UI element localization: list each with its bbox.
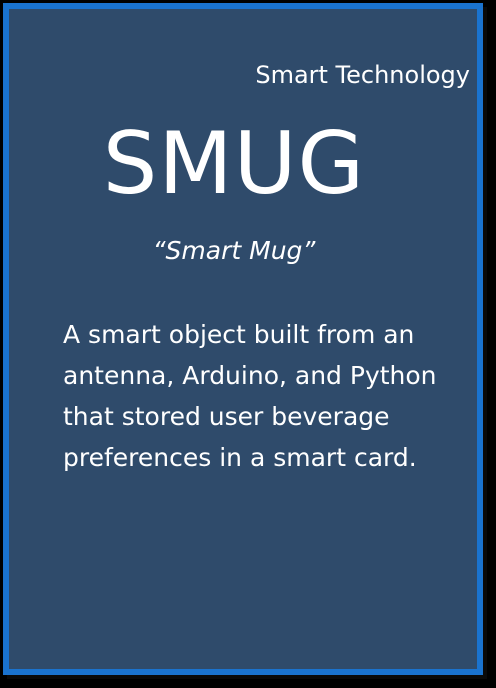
card-description: A smart object built from an antenna, Ar… [63, 320, 437, 472]
card-title: SMUG [102, 114, 366, 214]
card-category: Smart Technology [255, 61, 470, 89]
project-card: Smart Technology SMUG “Smart Mug” A smar… [3, 3, 483, 675]
card-subtitle: “Smart Mug” [152, 236, 316, 265]
